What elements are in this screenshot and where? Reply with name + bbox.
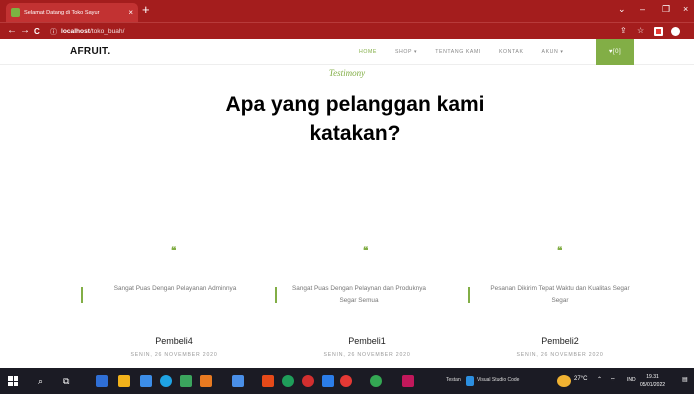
profile-avatar[interactable] bbox=[671, 27, 680, 36]
testimonial-accent-bar bbox=[81, 287, 83, 303]
testimonial-name: Pembeli1 bbox=[348, 336, 386, 346]
menu-akun[interactable]: AKUN ▾ bbox=[542, 49, 564, 55]
network-icon[interactable]: ⌔ bbox=[610, 376, 616, 384]
task-view-icon[interactable]: ⧉ bbox=[63, 375, 69, 387]
notification-icon[interactable]: ▤ bbox=[682, 376, 688, 383]
app-icon[interactable] bbox=[200, 375, 212, 387]
weather-temp[interactable]: 27°C bbox=[574, 376, 587, 382]
close-window-button[interactable]: × bbox=[683, 4, 688, 14]
quote-icon: ❝ bbox=[557, 246, 563, 257]
testimonial-accent-bar bbox=[468, 287, 470, 303]
new-tab-button[interactable]: + bbox=[142, 3, 150, 17]
testimonial-date: SENIN, 26 NOVEMBER 2020 bbox=[323, 352, 411, 358]
share-icon[interactable]: ⇪ bbox=[620, 26, 627, 36]
vscode-icon[interactable] bbox=[466, 376, 474, 386]
favicon-icon bbox=[11, 8, 20, 17]
forward-button[interactable]: → bbox=[20, 25, 30, 37]
section-subheading: Testimony bbox=[328, 68, 366, 78]
app-icon[interactable] bbox=[402, 375, 414, 387]
extension-icon[interactable] bbox=[654, 27, 663, 36]
app-icon[interactable] bbox=[118, 375, 130, 387]
quote-icon: ❝ bbox=[363, 246, 369, 257]
testimonial-text: Pesanan Dikirim Tepat Waktu dan Kualitas… bbox=[490, 285, 630, 304]
url-text: localhost/toko_buah/ bbox=[61, 28, 124, 35]
taskbar-app-label[interactable]: Testan bbox=[446, 377, 461, 383]
testimonial-text: Sangat Puas Dengan Pelayanan Adminnya bbox=[113, 285, 237, 292]
search-icon[interactable]: ⌕ bbox=[38, 375, 43, 387]
clock-date: 05/01/2022 bbox=[640, 382, 666, 388]
main-menu: HOME SHOP ▾ TENTANG KAMI KONTAK AKUN ▾ bbox=[350, 39, 573, 65]
menu-tentang-kami[interactable]: TENTANG KAMI bbox=[435, 49, 481, 55]
weather-icon[interactable] bbox=[557, 375, 571, 387]
section-heading: Apa yang pelanggan kami katakan? bbox=[225, 93, 485, 145]
chrome-icon[interactable] bbox=[340, 375, 352, 387]
start-button[interactable] bbox=[8, 376, 18, 386]
edge-icon[interactable] bbox=[160, 375, 172, 387]
app-icon[interactable] bbox=[370, 375, 382, 387]
testimonial-date: SENIN, 26 NOVEMBER 2020 bbox=[130, 352, 218, 358]
clock[interactable]: 19.31 05/01/2022 bbox=[640, 373, 665, 389]
windows-taskbar: ⌕ ⧉ Testan Visual Studio Code 27°C ⌃ ⌔ I… bbox=[0, 368, 694, 394]
bookmark-star-icon[interactable]: ☆ bbox=[637, 26, 644, 36]
back-button[interactable]: ← bbox=[7, 25, 17, 37]
menu-kontak[interactable]: KONTAK bbox=[499, 49, 524, 55]
address-bar[interactable]: ⓘ localhost/toko_buah/ bbox=[50, 25, 610, 38]
app-icon[interactable] bbox=[96, 375, 108, 387]
url-path: /toko_buah/ bbox=[89, 28, 125, 35]
minimize-button[interactable]: ‒ bbox=[640, 4, 645, 14]
site-navbar: AFRUIT. HOME SHOP ▾ TENTANG KAMI KONTAK … bbox=[0, 39, 694, 65]
clock-time: 19.31 bbox=[646, 374, 659, 380]
testimonial-name: Pembeli2 bbox=[541, 336, 579, 346]
testimonial-date: SENIN, 26 NOVEMBER 2020 bbox=[516, 352, 604, 358]
taskbar-app-label[interactable]: Visual Studio Code bbox=[477, 377, 519, 383]
menu-shop[interactable]: SHOP ▾ bbox=[395, 49, 417, 55]
site-logo[interactable]: AFRUIT. bbox=[70, 46, 110, 57]
app-icon[interactable] bbox=[302, 375, 314, 387]
tab-close-button[interactable]: × bbox=[128, 8, 133, 17]
reload-button[interactable]: C bbox=[34, 26, 40, 38]
restore-button[interactable]: ❐ bbox=[662, 4, 670, 14]
quote-icon: ❝ bbox=[171, 246, 177, 257]
app-icon[interactable] bbox=[232, 375, 244, 387]
site-info-icon[interactable]: ⓘ bbox=[50, 27, 57, 37]
cart-button[interactable]: ♥[0] bbox=[596, 39, 634, 65]
app-icon[interactable] bbox=[282, 375, 294, 387]
app-icon[interactable] bbox=[180, 375, 192, 387]
tray-chevron-icon[interactable]: ⌃ bbox=[597, 376, 602, 383]
browser-toolbar: ← → C ⓘ localhost/toko_buah/ ⇪ ☆ bbox=[0, 22, 694, 39]
browser-tab[interactable]: Selamat Datang di Toko Sayur × bbox=[6, 3, 138, 22]
app-icon[interactable] bbox=[322, 375, 334, 387]
tab-title: Selamat Datang di Toko Sayur bbox=[24, 9, 100, 16]
app-icon[interactable] bbox=[140, 375, 152, 387]
tab-search-icon[interactable]: ⌄ bbox=[618, 4, 626, 14]
testimonial-accent-bar bbox=[275, 287, 277, 303]
testimonial-text: Sangat Puas Dengan Pelaynan dan Produkny… bbox=[292, 285, 426, 304]
testimonial-name: Pembeli4 bbox=[155, 336, 193, 346]
menu-home[interactable]: HOME bbox=[359, 49, 377, 55]
language-indicator[interactable]: IND bbox=[627, 377, 636, 383]
app-icon[interactable] bbox=[262, 375, 274, 387]
url-host: localhost bbox=[61, 28, 90, 35]
browser-tab-strip: Selamat Datang di Toko Sayur × + ⌄ ‒ ❐ × bbox=[0, 0, 694, 22]
